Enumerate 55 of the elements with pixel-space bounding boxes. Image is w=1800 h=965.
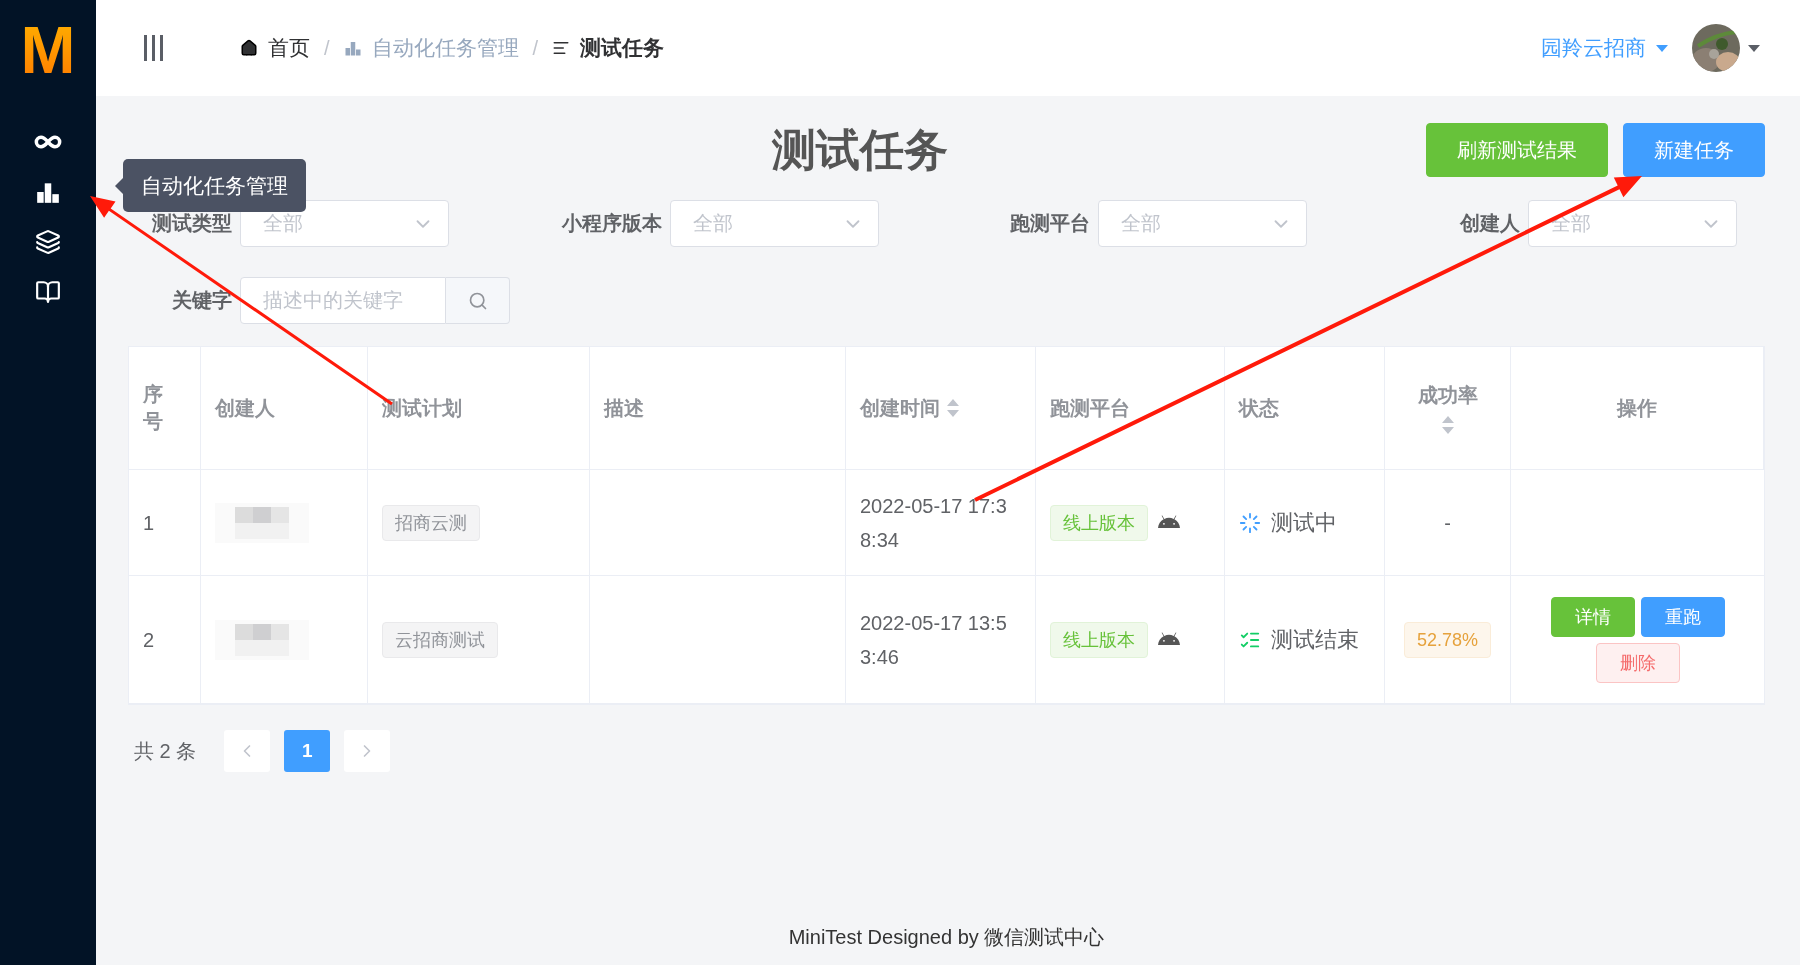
total-count: 共 2 条 (134, 738, 197, 764)
user-menu[interactable]: 园羚云招商 (1541, 34, 1646, 62)
caret-icon (1748, 44, 1760, 52)
breadcrumb-separator: / (532, 36, 539, 60)
filter-label: 创建人 (1460, 211, 1520, 236)
caret-icon (1656, 44, 1668, 52)
column-header: 序号 (143, 382, 164, 434)
loading-icon (1239, 511, 1261, 534)
action-button[interactable]: 新建任务 (1623, 123, 1765, 177)
breadcrumb-item[interactable]: 自动化任务管理 (371, 34, 519, 62)
breadcrumb-item: 测试任务 (580, 35, 665, 61)
column-header: 成功率 (1417, 382, 1478, 408)
status-text: 测试结束 (1271, 625, 1359, 654)
breadcrumb-separator: / (324, 36, 330, 60)
action-button[interactable]: 刷新测试结果 (1426, 123, 1608, 177)
page-button[interactable]: 1 (284, 730, 331, 772)
filter-label: 测试类型 (152, 211, 232, 236)
keyword-label: 关键字 (171, 288, 232, 313)
status-text: 测试中 (1271, 508, 1337, 537)
filter-label: 跑测平台 (1010, 211, 1090, 236)
filter-select[interactable]: 全部 (670, 200, 879, 247)
column-header: 创建人 (215, 395, 275, 421)
column-header: 状态 (1239, 395, 1279, 421)
filter-select[interactable]: 全部 (1098, 200, 1307, 247)
keyword-field[interactable]: 描述中的关键字 (240, 277, 446, 324)
created-time: 2022-05-17 17:38:34 (860, 493, 1008, 553)
breadcrumb-item[interactable]: 首页 (268, 34, 310, 62)
list-icon (552, 39, 571, 57)
tooltip: 自动化任务管理 (123, 159, 306, 212)
search-icon (467, 290, 488, 311)
column-header: 描述 (604, 395, 644, 421)
column-header: 创建时间 (860, 395, 940, 421)
platform-tag: 线上版本 (1050, 504, 1148, 541)
plan-tag: 云招商测试 (382, 621, 498, 658)
bar-chart-icon (343, 39, 362, 57)
success-rate-tag: 52.78% (1403, 621, 1492, 658)
home-icon (240, 39, 258, 57)
created-time: 2022-05-17 13:53:46 (860, 610, 1008, 670)
success-rate: - (1444, 510, 1451, 536)
footer-text: MiniTest Designed by 微信测试中心 (788, 926, 1105, 948)
column-header: 测试计划 (382, 395, 462, 421)
row-action-button[interactable]: 删除 (1595, 642, 1680, 683)
column-header: 操作 (1617, 395, 1657, 421)
filter-label: 小程序版本 (562, 211, 662, 236)
row-number: 2 (143, 627, 155, 653)
plan-tag: 招商云测 (382, 504, 480, 541)
row-number: 1 (143, 510, 155, 536)
platform-tag: 线上版本 (1050, 621, 1148, 658)
page-title: 测试任务 (770, 123, 949, 176)
row-action-button[interactable]: 重跑 (1640, 596, 1725, 637)
menu-icon[interactable] (142, 33, 166, 63)
row-action-button[interactable]: 详情 (1550, 596, 1635, 637)
column-header: 跑测平台 (1050, 395, 1130, 421)
filter-select[interactable]: 全部 (240, 200, 449, 247)
tooltip-pointer (115, 177, 123, 194)
